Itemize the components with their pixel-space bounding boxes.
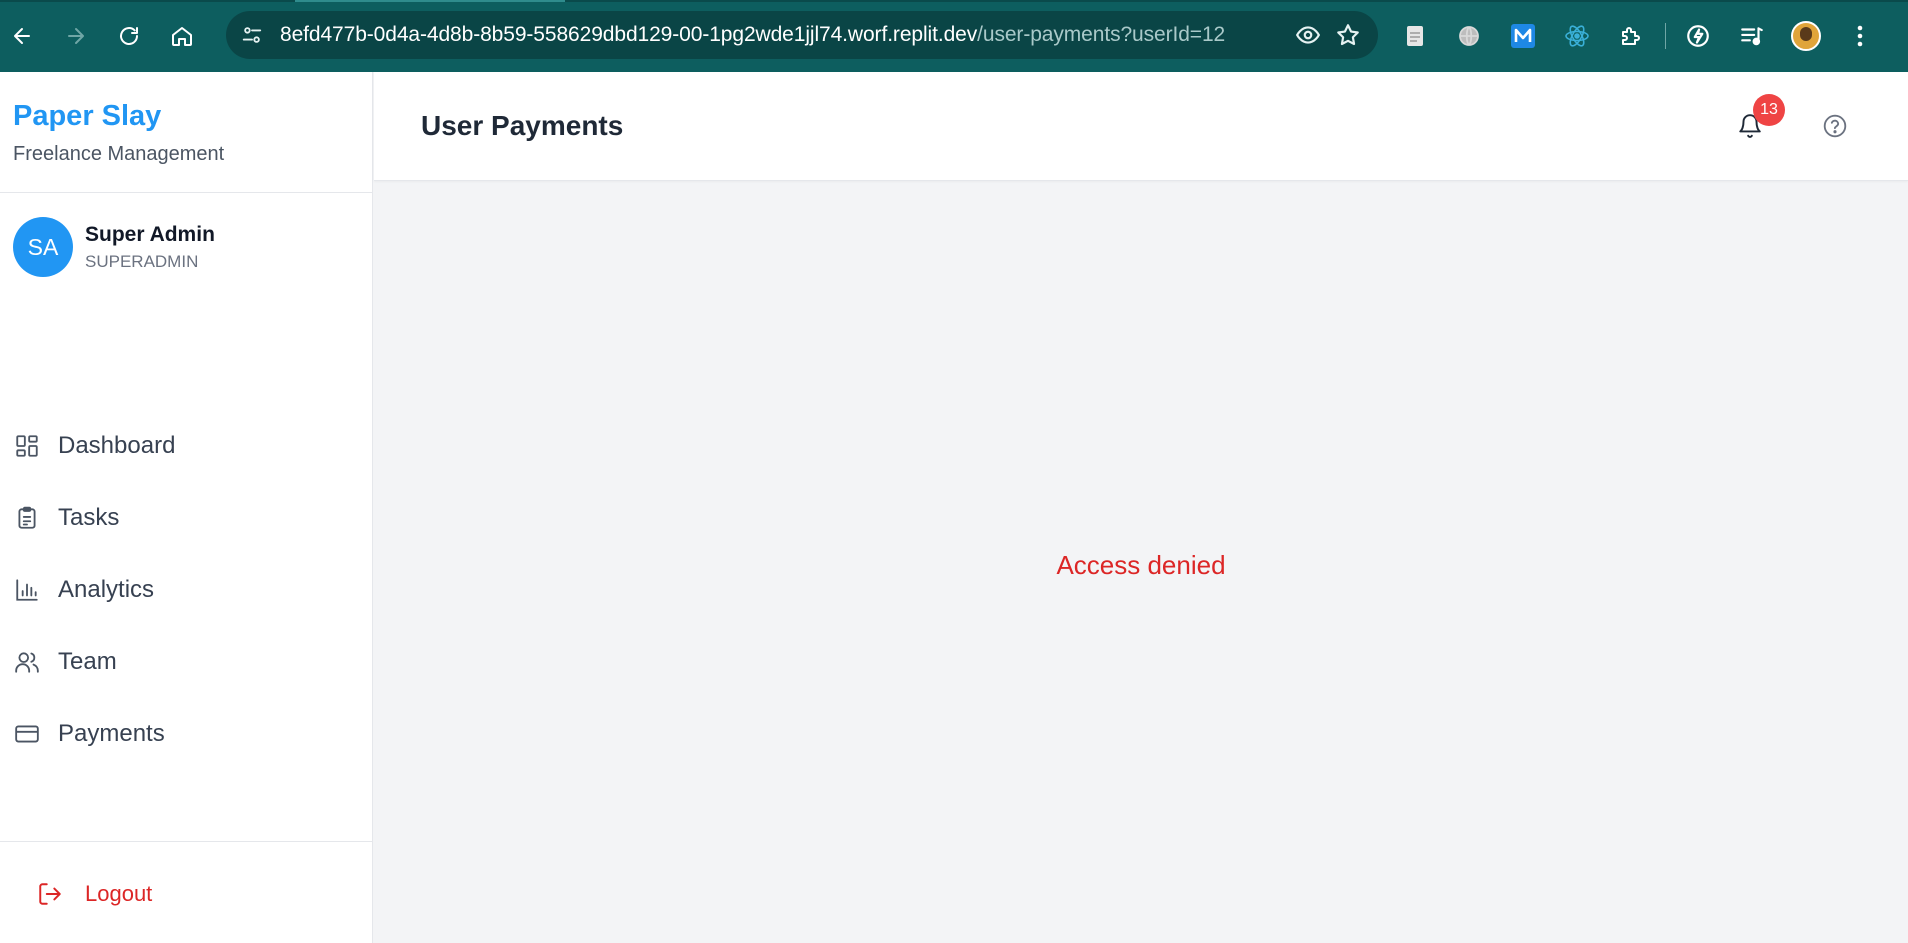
browser-toolbar: 8efd477b-0d4a-4d8b-8b59-558629dbd129-00-… [0, 0, 1908, 72]
tab-strip-edge [0, 0, 1908, 2]
toolbar-separator [1665, 23, 1666, 49]
user-name: Super Admin [85, 222, 215, 246]
logout-icon [36, 880, 64, 908]
brand-subtitle: Freelance Management [13, 143, 225, 165]
address-bar[interactable]: 8efd477b-0d4a-4d8b-8b59-558629dbd129-00-… [226, 11, 1378, 59]
page-title: User Payments [421, 110, 624, 141]
sidebar-item-label: Analytics [58, 576, 155, 603]
access-denied-message: Access denied [1056, 550, 1226, 580]
sidebar-item-tasks[interactable]: Tasks [0, 482, 373, 554]
reload-icon [120, 27, 138, 45]
reload-button[interactable] [109, 16, 149, 56]
sidebar-nav: Dashboard Tasks Analytics Team Payments [0, 410, 373, 770]
home-button[interactable] [162, 16, 202, 56]
url-host: 8efd477b-0d4a-4d8b-8b59-558629dbd129-00-… [280, 23, 978, 46]
user-profile: SA Super Admin SUPERADMIN [13, 217, 215, 277]
url-text[interactable]: 8efd477b-0d4a-4d8b-8b59-558629dbd129-00-… [280, 23, 1288, 47]
star-icon [1337, 24, 1359, 46]
logout-label: Logout [85, 881, 153, 906]
avatar: SA [13, 217, 73, 277]
kebab-menu-icon [1857, 25, 1863, 47]
sidebar-divider [0, 192, 373, 193]
brand-title[interactable]: Paper Slay [13, 100, 224, 133]
tune-icon [242, 27, 262, 43]
forward-button[interactable] [56, 16, 96, 56]
site-info-button[interactable] [234, 17, 270, 53]
extensions-area [1395, 16, 1880, 56]
puzzle-extensions-icon[interactable] [1611, 16, 1651, 56]
m-extension-icon[interactable] [1503, 16, 1543, 56]
sidebar-item-dashboard[interactable]: Dashboard [0, 410, 373, 482]
sidebar-item-label: Dashboard [58, 432, 176, 459]
sidebar-item-label: Tasks [58, 504, 120, 531]
notification-badge: 13 [1753, 94, 1785, 126]
sidebar-item-payments[interactable]: Payments [0, 698, 373, 770]
home-icon [172, 27, 192, 46]
media-control-icon[interactable] [1732, 16, 1772, 56]
page-header: User Payments 13 [374, 72, 1908, 181]
performance-icon[interactable] [1678, 16, 1718, 56]
bookmark-button[interactable] [1328, 15, 1368, 55]
sidebar-item-label: Payments [58, 720, 165, 747]
sidebar-item-analytics[interactable]: Analytics [0, 554, 373, 626]
profile-avatar-icon [1791, 21, 1821, 51]
help-button[interactable] [1817, 108, 1853, 144]
arrow-left-icon [14, 28, 30, 44]
user-role: SUPERADMIN [85, 251, 199, 271]
react-extension-icon[interactable] [1557, 16, 1597, 56]
profile-avatar-button[interactable] [1786, 16, 1826, 56]
view-button[interactable] [1288, 15, 1328, 55]
clipboard-icon [13, 504, 41, 532]
users-icon [13, 648, 41, 676]
dashboard-icon [13, 432, 41, 460]
back-button[interactable] [2, 16, 42, 56]
brand: Paper Slay Freelance Management [13, 100, 224, 166]
help-circle-icon [1823, 114, 1847, 138]
browser-menu-button[interactable] [1840, 16, 1880, 56]
credit-card-icon [13, 720, 41, 748]
arrow-right-icon [68, 28, 84, 44]
globe-extension-icon[interactable] [1449, 16, 1489, 56]
sidebar-item-team[interactable]: Team [0, 626, 373, 698]
sidebar-divider [0, 841, 373, 842]
bar-chart-icon [13, 576, 41, 604]
sidebar: Paper Slay Freelance Management SA Super… [0, 72, 373, 943]
sidebar-item-label: Team [58, 648, 117, 675]
url-path: /user-payments?userId=12 [977, 23, 1226, 46]
eye-icon [1295, 26, 1321, 44]
logout-button[interactable]: Logout [36, 880, 152, 908]
document-extension-icon[interactable] [1395, 16, 1435, 56]
